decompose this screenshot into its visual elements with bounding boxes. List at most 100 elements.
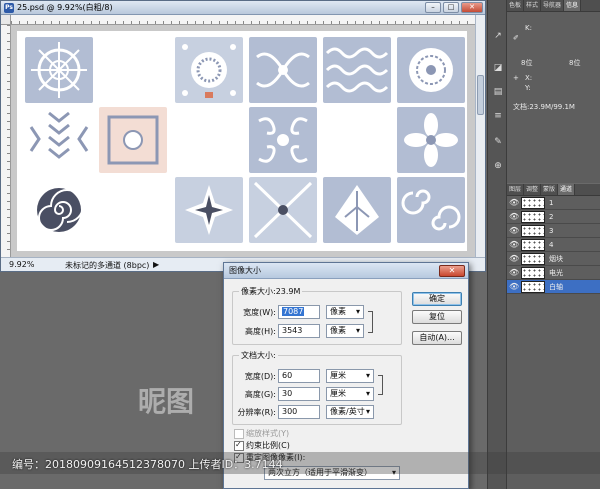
pixel-height-input[interactable]: 3543 <box>278 324 320 338</box>
channel-label: 2 <box>549 213 554 221</box>
close-button[interactable]: ✕ <box>461 2 483 13</box>
pattern-tile <box>99 107 167 173</box>
eye-icon[interactable]: 👁 <box>509 240 519 250</box>
tab-masks[interactable]: 蒙版 <box>541 184 559 195</box>
info-panel-tabs: 色板 样式 导航器 信息 <box>507 0 600 12</box>
doc-link-bracket-icon <box>378 375 383 395</box>
status-info: 未标记的多通道 (8bpc) <box>65 261 150 270</box>
channels-panel-tabs: 图层 调整 蒙版 通道 <box>507 184 600 196</box>
eyedropper-icon[interactable]: ↗ <box>492 30 504 42</box>
bit-depth-label-2: 8位 <box>569 59 581 67</box>
scrollbar-thumb[interactable] <box>477 75 484 115</box>
doc-width-label: 宽度(D): <box>244 372 276 381</box>
tab-adjustments[interactable]: 调整 <box>524 184 542 195</box>
pattern-tile <box>249 177 317 243</box>
horizontal-ruler[interactable] <box>11 15 477 25</box>
tab-swatches[interactable]: 色板 <box>507 0 525 11</box>
auto-button[interactable]: 自动(A)... <box>412 331 462 345</box>
petal-flower-pattern-icon <box>404 113 458 167</box>
frame-pattern-icon <box>107 115 159 165</box>
channel-row-selected[interactable]: 👁 白轴 <box>507 280 600 294</box>
tab-layers[interactable]: 图层 <box>507 184 525 195</box>
channel-label: 白轴 <box>549 283 563 291</box>
doc-width-input[interactable]: 60 <box>278 369 320 383</box>
pattern-tile <box>249 107 317 173</box>
dialog-close-button[interactable]: ✕ <box>439 265 465 277</box>
channel-row[interactable]: 👁 3 <box>507 224 600 238</box>
doc-width-unit-select[interactable]: 厘米 <box>326 369 374 383</box>
channel-row[interactable]: 👁 4 <box>507 238 600 252</box>
dialog-title-bar[interactable]: 图像大小 ✕ <box>224 263 468 279</box>
doc-height-unit-select[interactable]: 厘米 <box>326 387 374 401</box>
canvas[interactable] <box>17 31 467 251</box>
eye-icon[interactable]: 👁 <box>509 212 519 222</box>
tab-navigator[interactable]: 导航器 <box>541 0 565 11</box>
histogram-icon[interactable]: ▤ <box>492 86 504 98</box>
watermark-text: 编号：20180909164512378070 上传者ID：3.7144 <box>12 458 283 471</box>
pixel-width-label: 宽度(W): <box>243 308 276 317</box>
eye-icon[interactable]: 👁 <box>509 282 519 292</box>
clone-icon[interactable]: ⊕ <box>492 160 504 172</box>
tab-channels[interactable]: 通道 <box>558 184 576 195</box>
document-title: 25.psd @ 9.92%(白粗/8) <box>17 3 113 12</box>
vertical-scrollbar[interactable] <box>475 15 485 258</box>
pattern-tile <box>25 177 93 243</box>
eye-icon[interactable]: 👁 <box>509 198 519 208</box>
ok-button[interactable]: 确定 <box>412 292 462 306</box>
zigzag-pattern-icon <box>29 111 89 159</box>
color-sampler-icon[interactable]: ◪ <box>492 62 504 74</box>
dotted-circle-pattern-icon <box>182 44 236 98</box>
channel-row[interactable]: 👁 2 <box>507 210 600 224</box>
pattern-tile <box>175 177 243 243</box>
eye-icon[interactable]: 👁 <box>509 268 519 278</box>
channel-row[interactable]: 👁 烟块 <box>507 252 600 266</box>
channel-row[interactable]: 👁 电光 <box>507 266 600 280</box>
tab-info[interactable]: 信息 <box>564 0 582 11</box>
channel-label: 1 <box>549 199 554 207</box>
resolution-unit-select[interactable]: 像素/英寸 <box>326 405 374 419</box>
tab-styles[interactable]: 样式 <box>524 0 542 11</box>
canvas-area[interactable] <box>11 25 477 258</box>
channel-label: 烟块 <box>549 255 563 263</box>
pixel-height-unit-select[interactable]: 像素 <box>326 324 364 338</box>
resolution-input[interactable]: 300 <box>278 405 320 419</box>
channel-row[interactable]: 👁 1 <box>507 196 600 210</box>
adjust-icon[interactable]: ≡ <box>492 110 504 122</box>
eye-icon[interactable]: 👁 <box>509 254 519 264</box>
channel-thumbnail <box>521 225 545 237</box>
pattern-tile <box>323 37 391 103</box>
channel-thumbnail <box>521 281 545 293</box>
spiral-pattern-icon <box>37 188 84 232</box>
brush-icon[interactable]: ✎ <box>492 136 504 148</box>
y-label: Y: <box>525 84 531 92</box>
document-window: Ps 25.psd @ 9.92%(白粗/8) – □ ✕ 9.92% 未标记的… <box>0 0 486 272</box>
restore-button[interactable]: □ <box>443 2 459 13</box>
scale-styles-checkbox[interactable]: 缩放样式(Y) <box>234 429 289 439</box>
pattern-tile <box>25 37 93 103</box>
pattern-tile <box>397 37 465 103</box>
status-menu-arrow-icon[interactable]: ▶ <box>153 260 159 269</box>
pattern-tile <box>175 37 243 103</box>
channel-thumbnail <box>521 197 545 209</box>
watermark-logo: 昵图 <box>138 385 195 418</box>
dialog-title: 图像大小 <box>229 266 261 275</box>
eye-icon[interactable]: 👁 <box>509 226 519 236</box>
vertical-ruler[interactable] <box>1 25 11 258</box>
pixel-width-unit-select[interactable]: 像素 <box>326 305 364 319</box>
doc-height-input[interactable]: 30 <box>278 387 320 401</box>
crosshair-icon: + <box>513 74 519 82</box>
channel-label: 电光 <box>549 269 563 277</box>
reset-button[interactable]: 复位 <box>412 310 462 324</box>
pixel-dimensions-legend: 像素大小:23.9M <box>239 286 303 297</box>
minimize-button[interactable]: – <box>425 2 441 13</box>
pixel-width-input[interactable]: 7087 <box>278 305 320 319</box>
document-size: 文档:23.9M/99.1M <box>513 103 575 111</box>
leaf-pattern-icon <box>335 185 379 235</box>
zoom-level[interactable]: 9.92% <box>9 260 34 269</box>
constrain-proportions-checkbox[interactable]: 约束比例(C) <box>234 440 290 451</box>
bit-depth-label: 8位 <box>521 59 533 67</box>
ruler-origin[interactable] <box>1 15 11 25</box>
document-title-bar[interactable]: Ps 25.psd @ 9.92%(白粗/8) – □ ✕ <box>1 1 485 15</box>
pixel-link-bracket-icon <box>368 311 373 333</box>
resolution-label: 分辨率(R): <box>237 408 277 417</box>
